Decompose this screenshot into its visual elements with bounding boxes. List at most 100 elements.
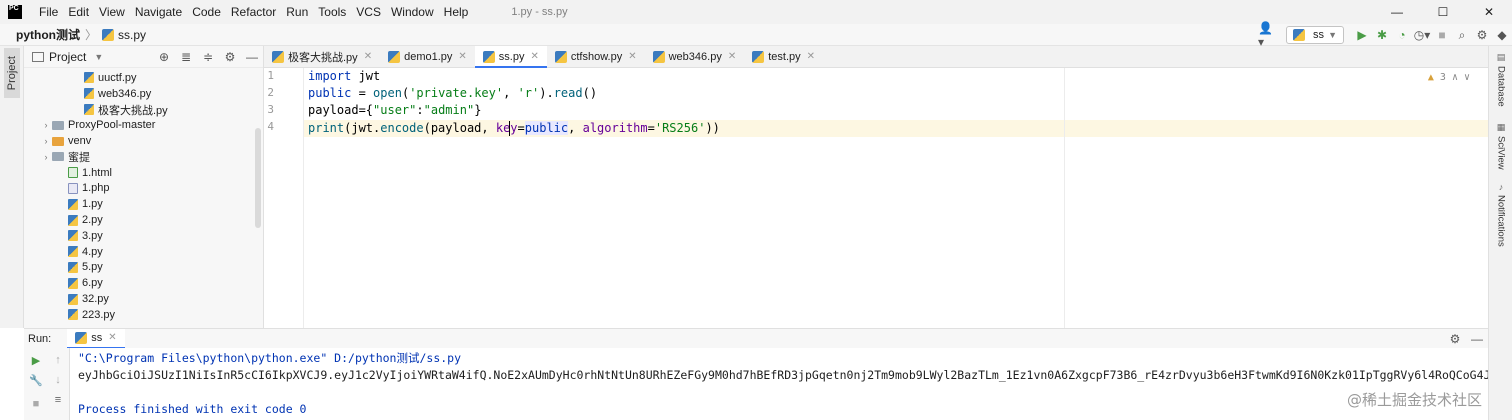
menu-vcs[interactable]: VCS xyxy=(351,5,386,19)
locate-file-icon[interactable]: ⊕ xyxy=(153,50,175,64)
run-config-label: ss xyxy=(1313,29,1324,41)
tree-item-label: ProxyPool-master xyxy=(68,119,156,132)
run-config-selector[interactable]: ss ▼ xyxy=(1286,26,1344,44)
soft-wrap-icon[interactable]: ≡ xyxy=(49,392,67,408)
close-icon[interactable]: ✕ xyxy=(807,51,815,62)
run-tab-label: ss xyxy=(91,331,103,344)
tab-jike[interactable]: 极客大挑战.py ✕ xyxy=(264,46,380,67)
tree-item[interactable]: 1.php xyxy=(24,181,256,197)
minimize-button[interactable]: — xyxy=(1374,0,1420,24)
tree-item[interactable]: 1.py xyxy=(24,196,256,212)
tree-item[interactable]: 6.py xyxy=(24,275,256,291)
chevron-up-icon[interactable]: ∧ xyxy=(1452,72,1458,83)
tab-demo1[interactable]: demo1.py ✕ xyxy=(380,46,475,67)
scroll-down-icon[interactable]: ↓ xyxy=(49,372,67,388)
chevron-down-icon[interactable]: ▼ xyxy=(94,52,103,62)
close-window-button[interactable]: ✕ xyxy=(1466,0,1512,24)
run-console[interactable]: "C:\Program Files\python\python.exe" D:/… xyxy=(70,348,1488,420)
close-icon[interactable]: ✕ xyxy=(530,51,538,62)
notifications-tool-tab[interactable]: ♪ Notifications xyxy=(1493,182,1509,247)
rerun-icon[interactable]: ▶ xyxy=(27,352,45,368)
tab-web346[interactable]: web346.py ✕ xyxy=(645,46,745,67)
tree-item[interactable]: 1.html xyxy=(24,165,256,181)
tree-item[interactable]: 4.py xyxy=(24,244,256,260)
python-file-icon xyxy=(84,103,94,115)
stop-icon[interactable]: ■ xyxy=(27,396,45,412)
profile-icon[interactable]: ◷▾ xyxy=(1412,26,1432,44)
hide-panel-icon[interactable]: — xyxy=(1466,332,1488,346)
vcs-user-icon[interactable]: 👤▾ xyxy=(1258,21,1278,49)
collapse-all-icon[interactable]: ≑ xyxy=(197,50,219,64)
settings-gear-icon[interactable]: ⚙ xyxy=(1472,26,1492,44)
tree-item[interactable]: 223.py xyxy=(24,307,256,323)
window-title: 1.py - ss.py xyxy=(511,6,568,18)
inspection-count: 3 xyxy=(1439,72,1446,83)
tree-item[interactable]: 3.py xyxy=(24,228,256,244)
tab-label: ctfshow.py xyxy=(570,50,623,63)
menu-run[interactable]: Run xyxy=(281,5,313,19)
tree-item[interactable]: 5.py xyxy=(24,260,256,276)
tree-item[interactable]: › 蜜提 xyxy=(24,149,256,165)
close-icon[interactable]: ✕ xyxy=(364,51,372,62)
menu-file[interactable]: File xyxy=(34,5,63,19)
breadcrumb-file[interactable]: ss.py xyxy=(102,28,146,42)
chevron-right-icon[interactable]: › xyxy=(40,136,52,146)
jetbrains-logo-icon[interactable]: ◆ xyxy=(1492,26,1512,44)
coverage-icon[interactable]: ◔ xyxy=(1392,26,1412,44)
project-panel-title[interactable]: Project xyxy=(49,50,86,64)
tree-item[interactable]: 极客大挑战.py xyxy=(24,102,256,118)
menu-view[interactable]: View xyxy=(94,5,130,19)
maximize-button[interactable]: ☐ xyxy=(1420,0,1466,24)
search-icon[interactable]: ⌕ xyxy=(1452,26,1472,44)
close-icon[interactable]: ✕ xyxy=(628,51,636,62)
python-file-icon xyxy=(68,261,78,273)
menu-refactor[interactable]: Refactor xyxy=(226,5,281,19)
menu-code[interactable]: Code xyxy=(187,5,226,19)
tree-item[interactable]: › venv xyxy=(24,133,256,149)
python-file-icon xyxy=(68,293,78,305)
database-tool-tab[interactable]: ▤ Database xyxy=(1493,52,1509,107)
menu-help[interactable]: Help xyxy=(439,5,474,19)
chevron-right-icon[interactable]: › xyxy=(40,120,52,130)
expand-all-icon[interactable]: ≣ xyxy=(175,50,197,64)
tab-ss[interactable]: ss.py ✕ xyxy=(474,46,547,68)
close-icon[interactable]: ✕ xyxy=(458,51,466,62)
tree-scrollbar[interactable] xyxy=(255,128,261,228)
chevron-down-icon[interactable]: ∨ xyxy=(1464,72,1470,83)
debug-icon[interactable]: ✱ xyxy=(1372,26,1392,44)
breadcrumb-project[interactable]: python测试 xyxy=(16,26,80,43)
close-icon[interactable]: ✕ xyxy=(728,51,736,62)
tab-ctfshow[interactable]: ctfshow.py ✕ xyxy=(547,46,645,67)
code-editor[interactable]: 1 2 3 4 import jwt public = open('privat… xyxy=(264,68,1488,328)
menu-tools[interactable]: Tools xyxy=(313,5,351,19)
run-tab-ss[interactable]: ss ✕ xyxy=(67,328,125,349)
hide-panel-icon[interactable]: — xyxy=(241,50,263,64)
wrench-icon[interactable]: 🔧 xyxy=(27,372,45,388)
chevron-right-icon[interactable]: › xyxy=(40,152,52,162)
tree-item[interactable]: 2.py xyxy=(24,212,256,228)
settings-gear-icon[interactable]: ⚙ xyxy=(1444,332,1466,346)
right-margin-guide xyxy=(1064,68,1065,328)
tree-item[interactable]: 32.py xyxy=(24,291,256,307)
run-icon[interactable]: ▶ xyxy=(1352,26,1372,44)
run-panel-header: Run: ss ✕ ⚙ — xyxy=(24,328,1488,349)
python-file-icon xyxy=(652,50,665,63)
line-number-gutter: 1 2 3 4 xyxy=(264,68,304,328)
menu-navigate[interactable]: Navigate xyxy=(130,5,187,19)
tree-item[interactable]: web346.py xyxy=(24,86,256,102)
menu-edit[interactable]: Edit xyxy=(63,5,94,19)
project-tool-tab[interactable]: Project xyxy=(4,48,20,98)
tree-item[interactable]: › ProxyPool-master xyxy=(24,117,256,133)
scroll-up-icon[interactable]: ↑ xyxy=(49,352,67,368)
sciview-tool-tab[interactable]: ▦ SciView xyxy=(1493,122,1509,170)
inspection-widget[interactable]: ▲ 3 ∧ ∨ xyxy=(1428,72,1470,83)
tree-item-label: 6.py xyxy=(82,277,103,290)
close-icon[interactable]: ✕ xyxy=(108,332,116,343)
tab-test[interactable]: test.py ✕ xyxy=(744,46,823,67)
text-caret xyxy=(509,121,510,136)
tree-item[interactable]: uuctf.py xyxy=(24,70,256,86)
settings-gear-icon[interactable]: ⚙ xyxy=(219,50,241,64)
stop-icon[interactable]: ■ xyxy=(1432,26,1452,44)
menu-window[interactable]: Window xyxy=(386,5,439,19)
python-file-icon xyxy=(554,50,567,63)
